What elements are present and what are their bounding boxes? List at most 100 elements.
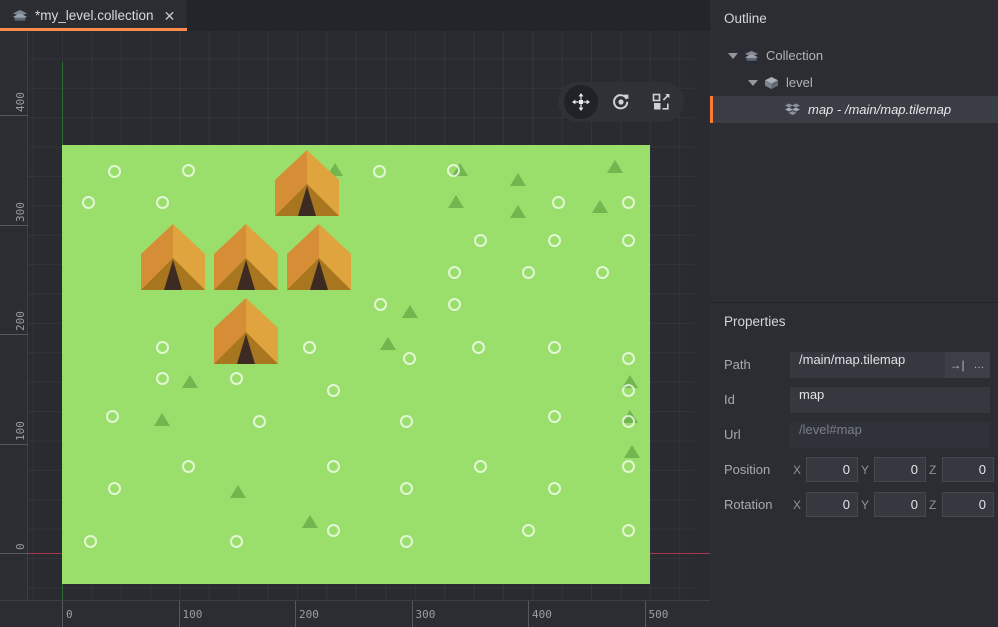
- outline-tree: Collectionlevel map - /main/map.tilemap: [710, 42, 998, 123]
- rotation-x-label: X: [790, 498, 806, 512]
- tile-ring: [548, 410, 561, 423]
- outline-item-collection[interactable]: Collection: [710, 42, 998, 69]
- tile-ring: [82, 196, 95, 209]
- tile-ring: [596, 266, 609, 279]
- tile-ring: [552, 196, 565, 209]
- position-z-label: Z: [926, 463, 942, 477]
- id-input[interactable]: map: [790, 387, 990, 413]
- outline-title: Outline: [710, 0, 998, 26]
- tile-ring: [156, 372, 169, 385]
- path-input[interactable]: /main/map.tilemap: [790, 352, 945, 378]
- chevron-down-icon[interactable]: [748, 78, 757, 87]
- tile-ring: [447, 164, 460, 177]
- position-fields: X 0 Y 0 Z 0: [790, 457, 994, 482]
- rotation-label: Rotation: [724, 497, 790, 512]
- url-label: Url: [724, 427, 790, 442]
- tab-label: *my_level.collection: [35, 8, 154, 23]
- transform-toolbar: [558, 82, 684, 122]
- tile-ring: [156, 341, 169, 354]
- position-y-input[interactable]: 0: [874, 457, 926, 482]
- tent-sprite: [210, 224, 282, 300]
- tile-ring: [548, 341, 561, 354]
- position-x-label: X: [790, 463, 806, 477]
- tile-triangle: [182, 375, 198, 388]
- tile-triangle: [302, 515, 318, 528]
- ruler-v-tick: 100: [0, 444, 28, 553]
- tile-ring: [522, 266, 535, 279]
- tile-ring: [106, 410, 119, 423]
- tile-triangle: [510, 205, 526, 218]
- tile-triangle: [448, 195, 464, 208]
- id-label: Id: [724, 392, 790, 407]
- tile-ring: [108, 165, 121, 178]
- rotation-y-input[interactable]: 0: [874, 492, 926, 517]
- tile-ring: [622, 234, 635, 247]
- path-open-icon[interactable]: →|: [945, 352, 969, 378]
- tile-triangle: [230, 485, 246, 498]
- scene-viewport[interactable]: 4003002001000 0100200300400500: [0, 31, 710, 627]
- tile-triangle: [624, 445, 640, 458]
- tile-ring: [622, 524, 635, 537]
- vertical-ruler: 4003002001000: [0, 31, 28, 600]
- tile-triangle: [154, 413, 170, 426]
- tile-ring: [400, 415, 413, 428]
- tile-ring: [622, 384, 635, 397]
- tile-ring: [472, 341, 485, 354]
- tile-ring: [548, 482, 561, 495]
- scale-tool[interactable]: [644, 85, 678, 119]
- tent-sprite: [271, 150, 343, 226]
- close-icon[interactable]: ✕: [164, 9, 176, 23]
- position-label: Position: [724, 462, 790, 477]
- tile-ring: [327, 524, 340, 537]
- rotation-fields: X 0 Y 0 Z 0: [790, 492, 994, 517]
- ruler-h-tick: 100: [179, 601, 203, 627]
- tile-ring: [230, 535, 243, 548]
- chevron-down-icon[interactable]: [728, 51, 737, 60]
- properties-title: Properties: [710, 303, 998, 329]
- ruler-h-tick: 500: [645, 601, 669, 627]
- tile-ring: [622, 460, 635, 473]
- tile-triangle: [510, 173, 526, 186]
- tile-ring: [622, 352, 635, 365]
- url-row: Url /level#map: [710, 417, 998, 452]
- tile-ring: [522, 524, 535, 537]
- right-panel: Outline Collectionlevel map - /main/map.t…: [710, 0, 998, 627]
- position-x-input[interactable]: 0: [806, 457, 858, 482]
- outline-item-level[interactable]: level: [710, 69, 998, 96]
- tile-ring: [182, 460, 195, 473]
- url-input[interactable]: /level#map: [790, 422, 990, 448]
- ruler-h-tick: 200: [295, 601, 319, 627]
- tile-ring: [548, 234, 561, 247]
- ruler-h-tick: 0: [62, 601, 73, 627]
- outline-item-label: map - /main/map.tilemap: [808, 102, 951, 117]
- rotation-y-label: Y: [858, 498, 874, 512]
- tile-ring: [373, 165, 386, 178]
- move-tool[interactable]: [564, 85, 598, 119]
- rotation-row: Rotation X 0 Y 0 Z 0: [710, 487, 998, 522]
- tent-sprite: [137, 224, 209, 300]
- tile-ring: [303, 341, 316, 354]
- rotation-x-input[interactable]: 0: [806, 492, 858, 517]
- tile-ring: [182, 164, 195, 177]
- id-row: Id map: [710, 382, 998, 417]
- tilemap-canvas[interactable]: [62, 145, 650, 584]
- tile-ring: [403, 352, 416, 365]
- tile-ring: [400, 482, 413, 495]
- tab-my-level-collection[interactable]: *my_level.collection ✕: [0, 0, 187, 31]
- tile-ring: [448, 298, 461, 311]
- rotate-tool[interactable]: [604, 85, 638, 119]
- horizontal-ruler: 0100200300400500: [0, 600, 710, 627]
- tile-triangle: [380, 337, 396, 350]
- tile-ring: [622, 415, 635, 428]
- tile-triangle: [402, 305, 418, 318]
- path-more-icon[interactable]: …: [969, 352, 990, 378]
- defold-editor-window: *my_level.collection ✕: [0, 0, 998, 627]
- position-z-input[interactable]: 0: [942, 457, 994, 482]
- cube-icon: [764, 76, 779, 90]
- tent-sprite: [283, 224, 355, 300]
- rotation-z-label: Z: [926, 498, 942, 512]
- outline-item-map[interactable]: map - /main/map.tilemap: [710, 96, 998, 123]
- ruler-h-tick: 400: [528, 601, 552, 627]
- tent-sprite: [210, 298, 282, 374]
- rotation-z-input[interactable]: 0: [942, 492, 994, 517]
